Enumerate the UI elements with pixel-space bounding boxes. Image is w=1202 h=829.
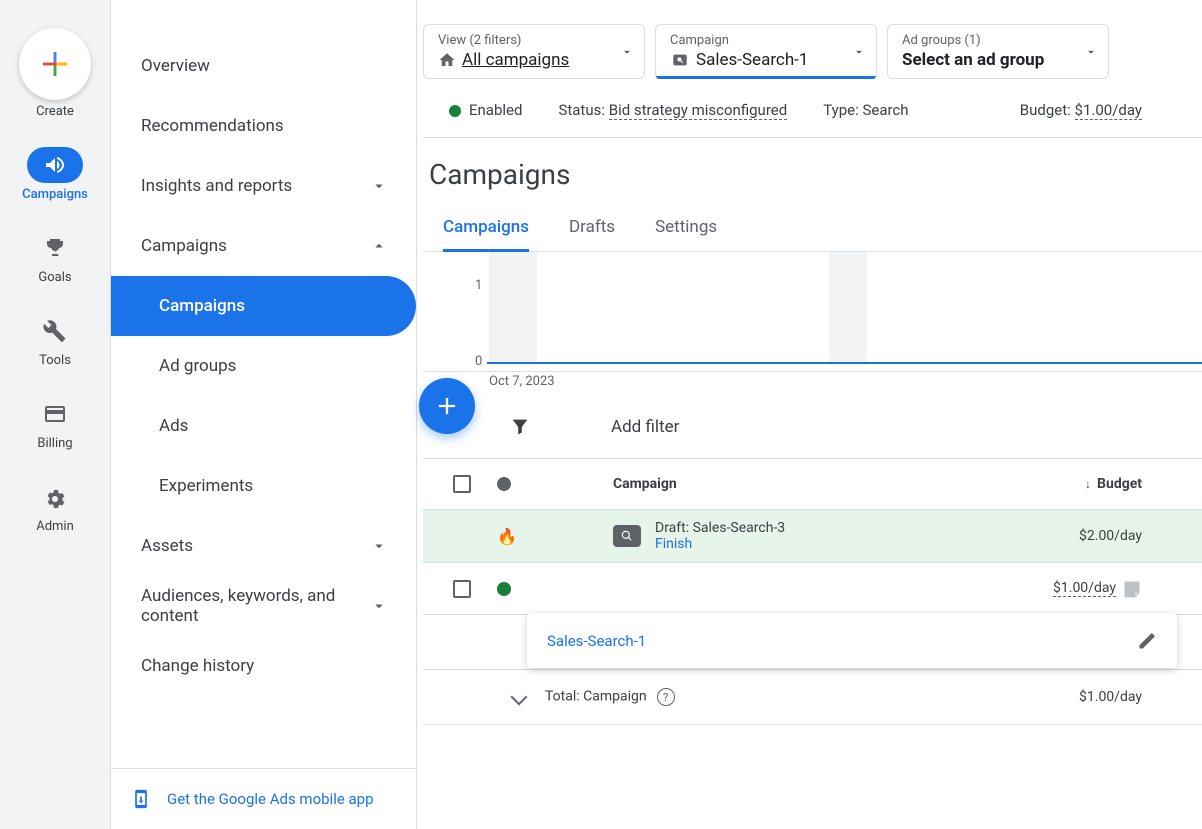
megaphone-icon [43,153,67,177]
search-type-icon [613,525,641,547]
scope-bar: View (2 filters) All campaigns Campaign … [423,24,1202,79]
nav-campaigns-label: Campaigns [22,187,88,202]
expand-icon[interactable] [511,689,528,706]
chart-date-label: Oct 7, 2023 [489,374,555,389]
edit-icon[interactable] [1137,631,1157,651]
table-row-draft[interactable]: 🔥 Draft: Sales-Search-3 Finish $2.00/day [423,510,1202,563]
create-label: Create [36,104,74,119]
create-button[interactable]: Create [15,24,95,123]
sidebar-recommendations[interactable]: Recommendations [111,96,416,156]
sidebar-sub-campaigns[interactable]: Campaigns [111,276,416,336]
nav-goals-label: Goals [38,270,71,285]
scope-adgroups-label: Ad groups (1) [902,33,1094,48]
tools-icon [43,319,67,343]
dropdown-icon [620,45,634,59]
nav-billing[interactable]: Billing [23,392,87,455]
scope-view[interactable]: View (2 filters) All campaigns [423,24,645,79]
chart-y-tick: 0 [475,354,482,369]
nav-rail: Create Campaigns Goals Tools Billing Adm… [0,0,111,829]
plus-icon [39,48,71,80]
chevron-down-icon [370,597,388,615]
total-row-campaign: Total: Campaign? $1.00/day [423,670,1202,725]
tab-campaigns[interactable]: Campaigns [443,209,529,251]
chart: 1 0 Oct 7, 2023 [423,252,1202,372]
scope-campaign[interactable]: Campaign Sales-Search-1 [655,24,877,79]
sidebar-ads[interactable]: Ads [111,396,416,456]
tab-settings[interactable]: Settings [655,209,717,251]
status-column-icon [497,477,511,491]
trophy-icon [43,236,67,260]
row-hover-overlay: Sales-Search-1 [527,613,1177,668]
card-icon [43,402,67,426]
sidebar-assets[interactable]: Assets [111,516,416,576]
nav-admin[interactable]: Admin [23,475,87,538]
filter-bar: Add filter [423,396,1202,459]
nav-admin-label: Admin [36,519,74,534]
sidebar-ad-groups[interactable]: Ad groups [111,336,416,396]
tab-drafts[interactable]: Drafts [569,209,615,251]
plus-icon [433,392,461,420]
select-all-checkbox[interactable] [453,475,471,493]
status-bar: Enabled Status: Bid strategy misconfigur… [423,95,1202,138]
draft-name: Draft: Sales-Search-3 [655,520,785,536]
campaign-name-link[interactable]: Sales-Search-1 [547,632,1117,650]
search-badge-icon [670,52,690,68]
table-header: Campaign ↓Budget [423,459,1202,510]
filter-icon[interactable] [509,416,531,438]
sidebar-audiences[interactable]: Audiences, keywords, and content [111,576,416,636]
status-type: Type: Search [823,101,908,119]
scope-adgroups[interactable]: Ad groups (1) Select an ad group [887,24,1109,79]
row-checkbox[interactable] [453,580,471,598]
nav-billing-label: Billing [37,436,72,451]
row-budget[interactable]: $1.00/day [1053,580,1116,597]
nav-goals[interactable]: Goals [23,226,87,289]
add-filter-button[interactable]: Add filter [611,417,679,437]
draft-budget: $2.00/day [1042,528,1182,544]
mobile-app-link[interactable]: Get the Google Ads mobile app [111,768,416,829]
chevron-up-icon [370,237,388,255]
sidebar-campaigns[interactable]: Campaigns [111,216,416,276]
mobile-icon [131,785,151,813]
finish-link[interactable]: Finish [655,536,785,552]
flame-icon: 🔥 [497,527,517,546]
col-budget[interactable]: ↓Budget [1042,476,1182,492]
chevron-down-icon [370,177,388,195]
content-tabs: Campaigns Drafts Settings [423,201,1202,252]
status-budget: Budget: $1.00/day [1020,101,1142,119]
sidebar: Overview Recommendations Insights and re… [111,0,417,829]
campaigns-table: Campaign ↓Budget 🔥 Draft: Sales-Search-3… [423,459,1202,725]
sidebar-experiments[interactable]: Experiments [111,456,416,516]
main-content: View (2 filters) All campaigns Campaign … [417,0,1202,829]
table-row[interactable]: $1.00/day [423,563,1202,615]
page-title: Campaigns [423,138,1202,201]
nav-tools-label: Tools [39,353,71,368]
add-campaign-fab[interactable] [419,378,475,434]
nav-campaigns[interactable]: Campaigns [18,143,92,206]
gear-icon [43,485,67,509]
chart-y-tick: 1 [475,278,482,293]
sidebar-insights[interactable]: Insights and reports [111,156,416,216]
chevron-down-icon [370,537,388,555]
dropdown-icon [852,45,866,59]
sidebar-overview[interactable]: Overview [111,36,416,96]
home-icon [438,51,456,69]
status-status: Status: Bid strategy misconfigured [558,101,787,119]
sort-desc-icon: ↓ [1085,477,1091,491]
sidebar-history[interactable]: Change history [111,636,416,696]
status-enabled-icon [497,582,511,596]
total-budget: $1.00/day [1042,689,1182,705]
status-enabled: Enabled [449,101,522,119]
dropdown-icon [1084,45,1098,59]
scope-campaign-label: Campaign [670,33,862,48]
notes-icon[interactable] [1122,579,1142,599]
col-campaign[interactable]: Campaign [613,476,1042,492]
nav-tools[interactable]: Tools [23,309,87,372]
help-icon[interactable]: ? [657,688,675,706]
scope-view-label: View (2 filters) [438,33,630,48]
